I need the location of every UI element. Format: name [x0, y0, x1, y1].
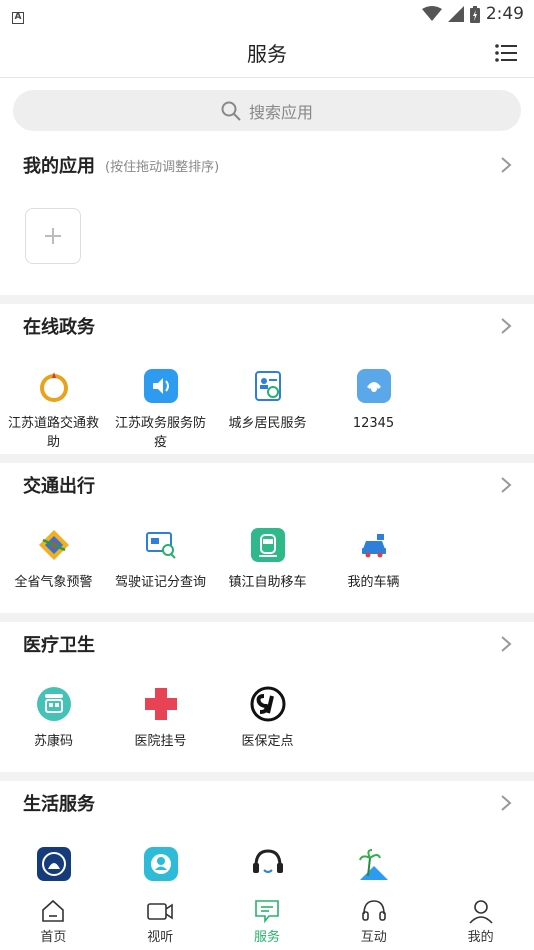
- app-label: 医保定点: [241, 734, 294, 749]
- search-placeholder: 搜索应用: [248, 102, 313, 122]
- section-title: 在线政务: [23, 317, 95, 338]
- section-title: 我的应用: [23, 156, 95, 177]
- section-divider: [0, 295, 534, 304]
- section-divider: [0, 454, 534, 463]
- chevron-right-icon: [501, 795, 512, 811]
- status-time: 2:49: [485, 4, 524, 24]
- health-code-icon: [36, 686, 72, 722]
- app-label: 驾驶证记分查询: [114, 575, 206, 590]
- chevron-right-icon: [501, 157, 512, 173]
- nav-media[interactable]: 视听: [107, 890, 214, 950]
- headphones-icon: [361, 900, 386, 921]
- wifi-icon: [421, 6, 442, 21]
- app-label: 苏康码: [33, 734, 73, 749]
- section-divider: [0, 613, 534, 622]
- signal-icon: [447, 6, 464, 22]
- weather-logo-icon: [36, 527, 72, 563]
- chevron-right-icon: [501, 318, 512, 334]
- bottom-nav: 首页 视听 服务 互动 我的: [0, 890, 534, 950]
- section-header[interactable]: 在线政务: [0, 304, 534, 348]
- si-logo-icon: [250, 686, 286, 722]
- app-item-person-service[interactable]: [107, 846, 214, 882]
- app-label: 全省气象预警: [14, 575, 93, 590]
- nav-label: 我的: [467, 930, 494, 945]
- section-divider: [0, 772, 534, 781]
- plus-icon: [45, 228, 61, 244]
- hotline-icon: [356, 368, 392, 404]
- search-input[interactable]: 搜索应用: [13, 90, 521, 131]
- video-icon: [147, 903, 173, 920]
- app-label: 镇江自助移车: [228, 575, 307, 590]
- my-car-icon: [356, 527, 392, 563]
- app-item-customer-service[interactable]: [214, 846, 321, 882]
- app-label: 江苏道路交通救助: [7, 416, 99, 450]
- status-bar: A 2:49: [0, 0, 534, 28]
- nav-home[interactable]: 首页: [0, 890, 107, 950]
- nav-interact[interactable]: 互动: [320, 890, 427, 950]
- section-hint: (按住拖动调整排序): [105, 159, 220, 175]
- section-title: 医疗卫生: [23, 635, 95, 656]
- search-icon: [221, 101, 241, 121]
- app-item-travel[interactable]: [320, 846, 427, 882]
- app-label: 12345: [352, 416, 395, 431]
- list-menu-icon[interactable]: [494, 42, 518, 64]
- nav-label: 首页: [40, 930, 67, 945]
- section-title: 生活服务: [23, 794, 95, 815]
- license-search-icon: [143, 527, 179, 563]
- nav-label: 互动: [360, 930, 387, 945]
- app-item-my-car[interactable]: 我的车辆: [320, 527, 427, 592]
- app-item-road-rescue[interactable]: 江苏道路交通救助: [0, 368, 107, 452]
- speaker-icon: [143, 368, 179, 404]
- app-item-hospital-booking[interactable]: 医院挂号: [107, 686, 214, 751]
- app-item-gov-epidemic[interactable]: 江苏政务服务防疫: [107, 368, 214, 452]
- nav-service[interactable]: 服务: [214, 890, 321, 950]
- app-label: 我的车辆: [347, 575, 400, 590]
- app-item-12345[interactable]: 12345: [320, 368, 427, 433]
- nav-profile[interactable]: 我的: [427, 890, 534, 950]
- chevron-right-icon: [501, 477, 512, 493]
- battery-icon: [469, 5, 480, 23]
- app-header: 服务: [0, 28, 534, 78]
- car-move-icon: [250, 527, 286, 563]
- nav-label: 视听: [147, 930, 174, 945]
- app-item-license-points[interactable]: 驾驶证记分查询: [107, 527, 214, 592]
- beach-icon: [356, 846, 392, 882]
- red-cross-icon: [143, 686, 179, 722]
- app-label: 城乡居民服务: [228, 416, 307, 431]
- page-title: 服务: [247, 42, 287, 66]
- notification-a-icon: A: [12, 12, 24, 24]
- section-title: 交通出行: [23, 476, 95, 497]
- nav-label: 服务: [253, 930, 280, 945]
- app-item-health-code[interactable]: 苏康码: [0, 686, 107, 751]
- my-apps-header[interactable]: 我的应用 (按住拖动调整排序): [0, 143, 534, 187]
- app-item-insurance-points[interactable]: 医保定点: [214, 686, 321, 751]
- app-item-weather-warning[interactable]: 全省气象预警: [0, 527, 107, 592]
- section-header[interactable]: 生活服务: [0, 781, 534, 825]
- resident-card-icon: [250, 368, 286, 404]
- app-item-resident-service[interactable]: 城乡居民服务: [214, 368, 321, 433]
- emblem-icon: [36, 368, 72, 404]
- app-item-move-car[interactable]: 镇江自助移车: [214, 527, 321, 592]
- profile-icon: [468, 900, 493, 924]
- app-label: 江苏政务服务防疫: [114, 416, 206, 450]
- chevron-right-icon: [501, 636, 512, 652]
- add-app-button[interactable]: [25, 208, 81, 264]
- person-bubble-icon: [143, 846, 179, 882]
- section-header[interactable]: 医疗卫生: [0, 622, 534, 666]
- headset-icon: [250, 846, 286, 882]
- app-label: 医院挂号: [134, 734, 187, 749]
- app-item-police[interactable]: [0, 846, 107, 882]
- police-badge-icon: [36, 846, 72, 882]
- service-icon: [255, 900, 279, 924]
- home-icon: [42, 899, 65, 922]
- section-header[interactable]: 交通出行: [0, 463, 534, 507]
